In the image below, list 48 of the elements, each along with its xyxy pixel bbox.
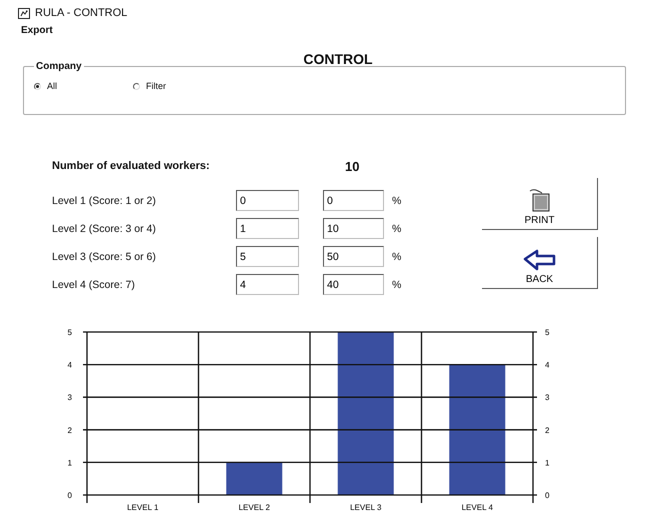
app-icon [18, 8, 30, 18]
menu-item[interactable]: Export [20, 25, 54, 36]
back-button[interactable]: BACK [482, 237, 598, 289]
percent-field[interactable]: 10 [323, 218, 384, 239]
category-label: LEVEL 4 [462, 503, 493, 512]
level-label: Level 4 (Score: 7) [52, 278, 136, 290]
axis-label: 5 [68, 328, 72, 337]
workers-label: Number of evaluated workers: [52, 160, 211, 172]
bar [226, 462, 282, 495]
percent-field[interactable]: 50 [323, 246, 384, 267]
count-field[interactable]: 0 [236, 190, 299, 211]
count-field[interactable]: 1 [236, 218, 299, 239]
axis-label: 1 [68, 458, 72, 468]
radio-button[interactable] [133, 82, 140, 90]
printer-icon [528, 188, 550, 212]
axis-label: 3 [68, 393, 72, 402]
count-field[interactable]: 4 [236, 274, 299, 295]
axis-label: 2 [545, 426, 550, 435]
print-button[interactable]: PRINT [482, 178, 598, 230]
percent-field[interactable]: 0 [323, 190, 384, 211]
page-heading: CONTROL [303, 51, 373, 67]
radio-label: Filter [146, 81, 166, 91]
radio-button[interactable] [34, 82, 41, 90]
count-field[interactable]: 5 [236, 246, 299, 267]
axis-label: 1 [545, 458, 550, 468]
level-label: Level 3 (Score: 5 or 6) [52, 250, 157, 262]
axis-label: 2 [68, 426, 72, 435]
category-label: LEVEL 1 [127, 503, 158, 512]
axis-label: 0 [545, 491, 550, 500]
percent-unit: % [392, 194, 402, 206]
axis-label: 5 [545, 328, 550, 337]
axis-label: 3 [545, 393, 550, 402]
group-legend: Company [34, 61, 84, 72]
axis-label: 4 [545, 360, 550, 370]
axis-label: 0 [68, 491, 72, 500]
category-label: LEVEL 2 [238, 503, 270, 512]
left-arrow-icon [522, 249, 556, 271]
radio-label: All [47, 81, 58, 91]
axis-label: 4 [68, 360, 72, 370]
category-label: LEVEL 3 [350, 503, 382, 512]
percent-unit: % [392, 250, 402, 262]
level-label: Level 2 (Score: 3 or 4) [52, 222, 157, 234]
percent-unit: % [392, 278, 402, 290]
workers-count: 10 [345, 158, 360, 174]
percent-field[interactable]: 40 [323, 274, 384, 295]
percent-unit: % [392, 222, 402, 234]
level-label: Level 1 (Score: 1 or 2) [52, 194, 157, 206]
window-title: RULA - CONTROL [35, 7, 128, 19]
